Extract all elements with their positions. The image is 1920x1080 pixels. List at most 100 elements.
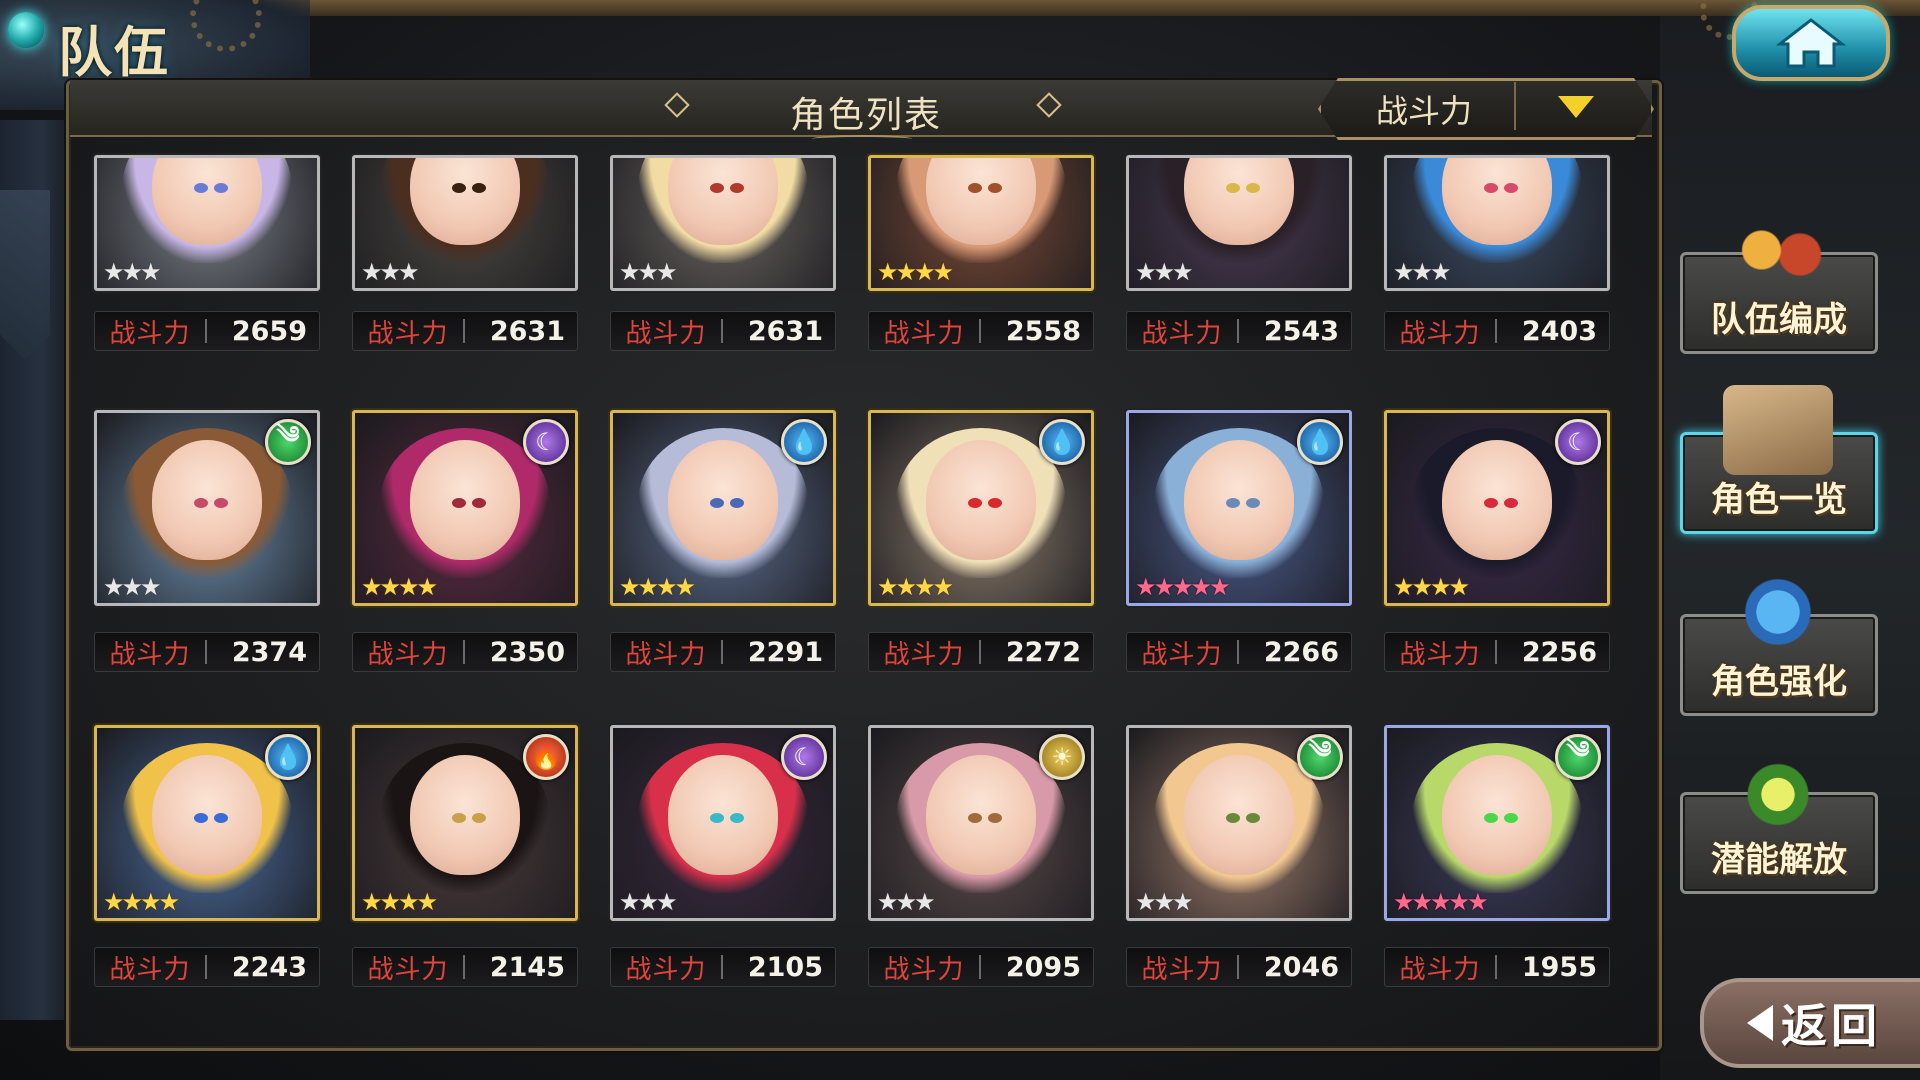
dark-element-icon: ☾ [781, 734, 827, 780]
power-row: 战斗力 2631 [610, 311, 836, 351]
character-portrait[interactable]: ☾ ★★★★ [1384, 410, 1610, 606]
power-label: 战斗力 [367, 639, 449, 670]
character-card[interactable]: 💧 ★★★★ 战斗力 2243 [94, 725, 320, 987]
character-portrait[interactable]: ༄ ★★★ [94, 410, 320, 606]
rarity-stars: ★★★ [619, 258, 678, 286]
power-row: 战斗力 2659 [94, 311, 320, 351]
power-row: 战斗力 1955 [1384, 947, 1610, 987]
power-value: 2046 [1263, 951, 1339, 983]
character-portrait[interactable]: ★★★★ [868, 155, 1094, 291]
character-portrait[interactable]: ☾ ★★★★ [352, 410, 578, 606]
power-value: 2291 [747, 636, 823, 668]
power-row: 战斗力 2256 [1384, 632, 1610, 672]
water-element-icon: 💧 [1039, 419, 1085, 465]
power-row: 战斗力 2272 [868, 632, 1094, 672]
character-portrait[interactable]: ★★★ [610, 155, 836, 291]
character-card[interactable]: ༄ ★★★★★ 战斗力 1955 [1384, 725, 1610, 987]
character-portrait[interactable]: ★★★ [1126, 155, 1352, 291]
list-title: 角色列表 [790, 95, 943, 136]
character-card[interactable]: ☾ ★★★ 战斗力 2105 [610, 725, 836, 987]
character-card[interactable]: ☾ ★★★★ 战斗力 2350 [352, 410, 578, 672]
power-value: 2272 [1005, 636, 1081, 668]
power-value: 2558 [1005, 315, 1081, 347]
character-portrait[interactable]: 🔥 ★★★★ [352, 725, 578, 921]
power-value: 2374 [231, 636, 307, 668]
character-card[interactable]: ★★★ 战斗力 2659 [94, 155, 320, 351]
character-card[interactable]: ★★★ 战斗力 2631 [352, 155, 578, 351]
fire-element-icon: 🔥 [523, 734, 569, 780]
character-card[interactable]: ☾ ★★★★ 战斗力 2256 [1384, 410, 1610, 672]
back-arrow-icon [1747, 1005, 1773, 1041]
rarity-stars: ★★★★ [877, 258, 954, 286]
home-button[interactable] [1732, 5, 1890, 81]
power-label: 战斗力 [109, 318, 191, 349]
chevron-down-icon[interactable] [1558, 96, 1594, 118]
power-label: 战斗力 [367, 318, 449, 349]
character-portrait[interactable]: ☾ ★★★ [610, 725, 836, 921]
character-portrait[interactable]: ★★★ [352, 155, 578, 291]
sort-label[interactable]: 战斗力 [1376, 86, 1472, 132]
water-element-icon: 💧 [781, 419, 827, 465]
dark-element-icon: ☾ [1555, 419, 1601, 465]
power-row: 战斗力 2105 [610, 947, 836, 987]
sort-dropdown[interactable] [1318, 78, 1654, 140]
character-card[interactable]: ★★★ 战斗力 2543 [1126, 155, 1352, 351]
character-card[interactable]: ༄ ★★★ 战斗力 2374 [94, 410, 320, 672]
character-card[interactable]: 💧 ★★★★ 战斗力 2272 [868, 410, 1094, 672]
rarity-stars: ★★★★ [877, 573, 954, 601]
rarity-stars: ★★★ [361, 258, 420, 286]
character-card[interactable]: ★★★★ 战斗力 2558 [868, 155, 1094, 351]
back-button[interactable]: 返回 [1700, 978, 1920, 1068]
character-portrait[interactable]: 💧 ★★★★ [94, 725, 320, 921]
power-row: 战斗力 2631 [352, 311, 578, 351]
character-card[interactable]: 🔥 ★★★★ 战斗力 2145 [352, 725, 578, 987]
character-portrait[interactable]: ★★★ [94, 155, 320, 291]
power-label: 战斗力 [1399, 639, 1481, 670]
side-menu-button[interactable]: 队伍编成 [1680, 205, 1878, 354]
power-row: 战斗力 2543 [1126, 311, 1352, 351]
character-portrait[interactable]: ༄ ★★★★★ [1384, 725, 1610, 921]
power-row: 战斗力 2291 [610, 632, 836, 672]
character-card[interactable]: 💧 ★★★★ 战斗力 2291 [610, 410, 836, 672]
side-menu-button[interactable]: 潜能解放 [1680, 745, 1878, 894]
character-portrait[interactable]: ☀ ★★★ [868, 725, 1094, 921]
power-label: 战斗力 [1399, 954, 1481, 985]
rarity-stars: ★★★ [103, 258, 162, 286]
background-banner [0, 190, 50, 360]
dark-element-icon: ☾ [523, 419, 569, 465]
background-right [1660, 0, 1920, 1080]
character-card[interactable]: ★★★ 战斗力 2631 [610, 155, 836, 351]
water-element-icon: 💧 [1297, 419, 1343, 465]
side-menu-button[interactable]: 角色强化 [1680, 567, 1878, 716]
power-value: 2243 [231, 951, 307, 983]
power-row: 战斗力 2403 [1384, 311, 1610, 351]
power-value: 2350 [489, 636, 565, 668]
power-value: 2266 [1263, 636, 1339, 668]
power-value: 2145 [489, 951, 565, 983]
back-label: 返回 [1781, 999, 1881, 1053]
character-card[interactable]: ༄ ★★★ 战斗力 2046 [1126, 725, 1352, 987]
character-portrait[interactable]: 💧 ★★★★ [868, 410, 1094, 606]
rarity-stars: ★★★ [1135, 258, 1194, 286]
power-row: 战斗力 2350 [352, 632, 578, 672]
wind-element-icon: ༄ [265, 419, 311, 465]
rarity-stars: ★★★★ [619, 573, 696, 601]
side-menu-button[interactable]: 角色一览 [1680, 385, 1878, 534]
character-card[interactable]: 💧 ★★★★★ 战斗力 2266 [1126, 410, 1352, 672]
character-portrait[interactable]: 💧 ★★★★ [610, 410, 836, 606]
power-value: 1955 [1521, 951, 1597, 983]
power-row: 战斗力 2374 [94, 632, 320, 672]
home-icon [1776, 18, 1846, 68]
power-value: 2543 [1263, 315, 1339, 347]
power-row: 战斗力 2095 [868, 947, 1094, 987]
character-portrait[interactable]: 💧 ★★★★★ [1126, 410, 1352, 606]
power-label: 战斗力 [625, 639, 707, 670]
character-card[interactable]: ☀ ★★★ 战斗力 2095 [868, 725, 1094, 987]
character-portrait[interactable]: ༄ ★★★ [1126, 725, 1352, 921]
power-label: 战斗力 [109, 954, 191, 985]
rarity-stars: ★★★★ [1393, 573, 1470, 601]
character-card[interactable]: ★★★ 战斗力 2403 [1384, 155, 1610, 351]
power-value: 2631 [489, 315, 565, 347]
side-menu-label: 角色一览 [1711, 480, 1847, 520]
character-portrait[interactable]: ★★★ [1384, 155, 1610, 291]
